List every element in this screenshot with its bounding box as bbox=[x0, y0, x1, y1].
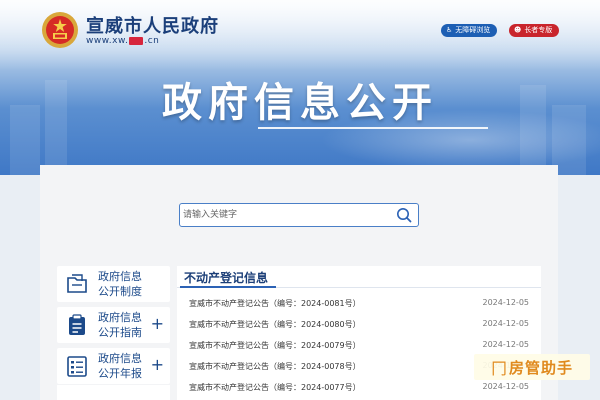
list-item[interactable]: 宣威市不动产登记公告（编号：2024-0079号） 2024-12-05 bbox=[177, 336, 541, 356]
sidebar-item-label: 政府信息 公开指南 bbox=[98, 310, 158, 340]
list-item[interactable]: 宣威市不动产登记公告（编号：2024-0077号） 2024-12-05 bbox=[177, 378, 541, 398]
list-item-date: 2024-12-05 bbox=[482, 319, 530, 328]
heading-underline bbox=[180, 286, 276, 288]
list-item[interactable]: 宣威市不动产登记公告（编号：2024-0081号） 2024-12-05 bbox=[177, 294, 541, 314]
search-box bbox=[179, 203, 419, 227]
list-item[interactable]: 宣威市不动产登记公告（编号：2024-0080号） 2024-12-05 bbox=[177, 315, 541, 335]
sidebar-label-line1: 政府信息 bbox=[98, 311, 142, 324]
list-item-date: 2024-12-05 bbox=[482, 298, 530, 307]
sidebar-item-partial[interactable] bbox=[57, 385, 170, 400]
site-name[interactable]: 宣威市人民政府 bbox=[86, 12, 219, 38]
national-emblem-logo[interactable] bbox=[40, 10, 80, 50]
site-url-suffix: .cn bbox=[144, 36, 160, 46]
watermark-text: 房管助手 bbox=[509, 358, 574, 377]
clipboard-icon bbox=[69, 314, 85, 335]
list-item-title[interactable]: 宣威市不动产登记公告（编号：2024-0078号） bbox=[189, 361, 361, 372]
sidebar-label-line2: 公开制度 bbox=[98, 285, 142, 298]
sidebar-item-label: 政府信息 公开制度 bbox=[98, 269, 158, 299]
sidebar-item-annual-report[interactable]: 政府信息 公开年报 + bbox=[57, 348, 170, 384]
sidebar-item-label: 政府信息 公开年报 bbox=[98, 351, 158, 381]
list-heading[interactable]: 不动产登记信息 bbox=[184, 269, 268, 286]
elder-mode-button[interactable]: ☻ 长者专版 bbox=[509, 24, 560, 37]
site-url-prefix: www.xw. bbox=[86, 36, 129, 46]
title-underline bbox=[258, 127, 488, 129]
site-url: www.xw. .cn bbox=[86, 36, 159, 46]
sidebar-label-line2: 公开指南 bbox=[98, 326, 142, 339]
accessibility-button[interactable]: ♿ 无障碍浏览 bbox=[441, 24, 498, 37]
search-icon[interactable] bbox=[396, 207, 412, 223]
expand-plus-icon[interactable]: + bbox=[151, 316, 164, 332]
accessibility-label: 无障碍浏览 bbox=[455, 26, 491, 34]
document-folder-icon bbox=[67, 274, 87, 293]
page-title: 政府信息公开 bbox=[162, 79, 438, 126]
sidebar-item-disclosure-system[interactable]: 政府信息 公开制度 bbox=[57, 266, 170, 302]
elder-icon: ☻ bbox=[514, 26, 522, 34]
sidebar-label-line1: 政府信息 bbox=[98, 270, 142, 283]
list-item-title[interactable]: 宣威市不动产登记公告（编号：2024-0079号） bbox=[189, 340, 361, 351]
list-header: 不动产登记信息 bbox=[177, 266, 541, 288]
list-item-date: 2024-12-05 bbox=[482, 382, 530, 391]
door-icon: 冂 bbox=[490, 359, 507, 378]
sidebar-label-line1: 政府信息 bbox=[98, 352, 142, 365]
list-item-date: 2024-12-05 bbox=[482, 340, 530, 349]
list-item-title[interactable]: 宣威市不动产登记公告（编号：2024-0077号） bbox=[189, 382, 361, 393]
sidebar-label-line2: 公开年报 bbox=[98, 367, 142, 380]
list-item-title[interactable]: 宣威市不动产登记公告（编号：2024-0081号） bbox=[189, 298, 361, 309]
expand-plus-icon[interactable]: + bbox=[151, 357, 164, 373]
sidebar-item-disclosure-guide[interactable]: 政府信息 公开指南 + bbox=[57, 307, 170, 343]
watermark: 冂 房管助手 bbox=[474, 354, 590, 380]
search-input[interactable] bbox=[183, 207, 388, 223]
emblem-icon bbox=[42, 12, 78, 48]
list-item-title[interactable]: 宣威市不动产登记公告（编号：2024-0080号） bbox=[189, 319, 361, 330]
report-list-icon bbox=[67, 356, 87, 377]
wheelchair-icon: ♿ bbox=[446, 26, 453, 34]
elder-label: 长者专版 bbox=[524, 26, 553, 34]
url-mask bbox=[129, 36, 144, 45]
